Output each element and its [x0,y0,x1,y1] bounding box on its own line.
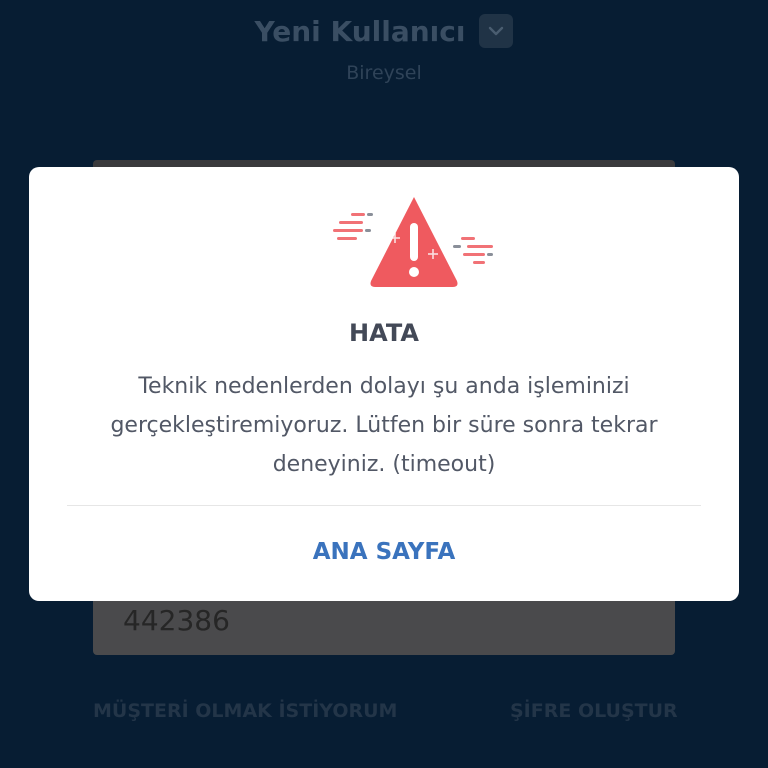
error-dialog: HATA Teknik nedenlerden dolayı şu anda i… [29,167,739,601]
home-button[interactable]: ANA SAYFA [29,539,739,565]
warning-triangle-icon [333,197,493,287]
dialog-divider [67,505,701,506]
error-message: Teknik nedenlerden dolayı şu anda işlemi… [110,374,658,477]
modal-overlay: HATA Teknik nedenlerden dolayı şu anda i… [0,0,768,768]
warning-illustration [329,191,499,291]
error-title: HATA [349,319,419,347]
